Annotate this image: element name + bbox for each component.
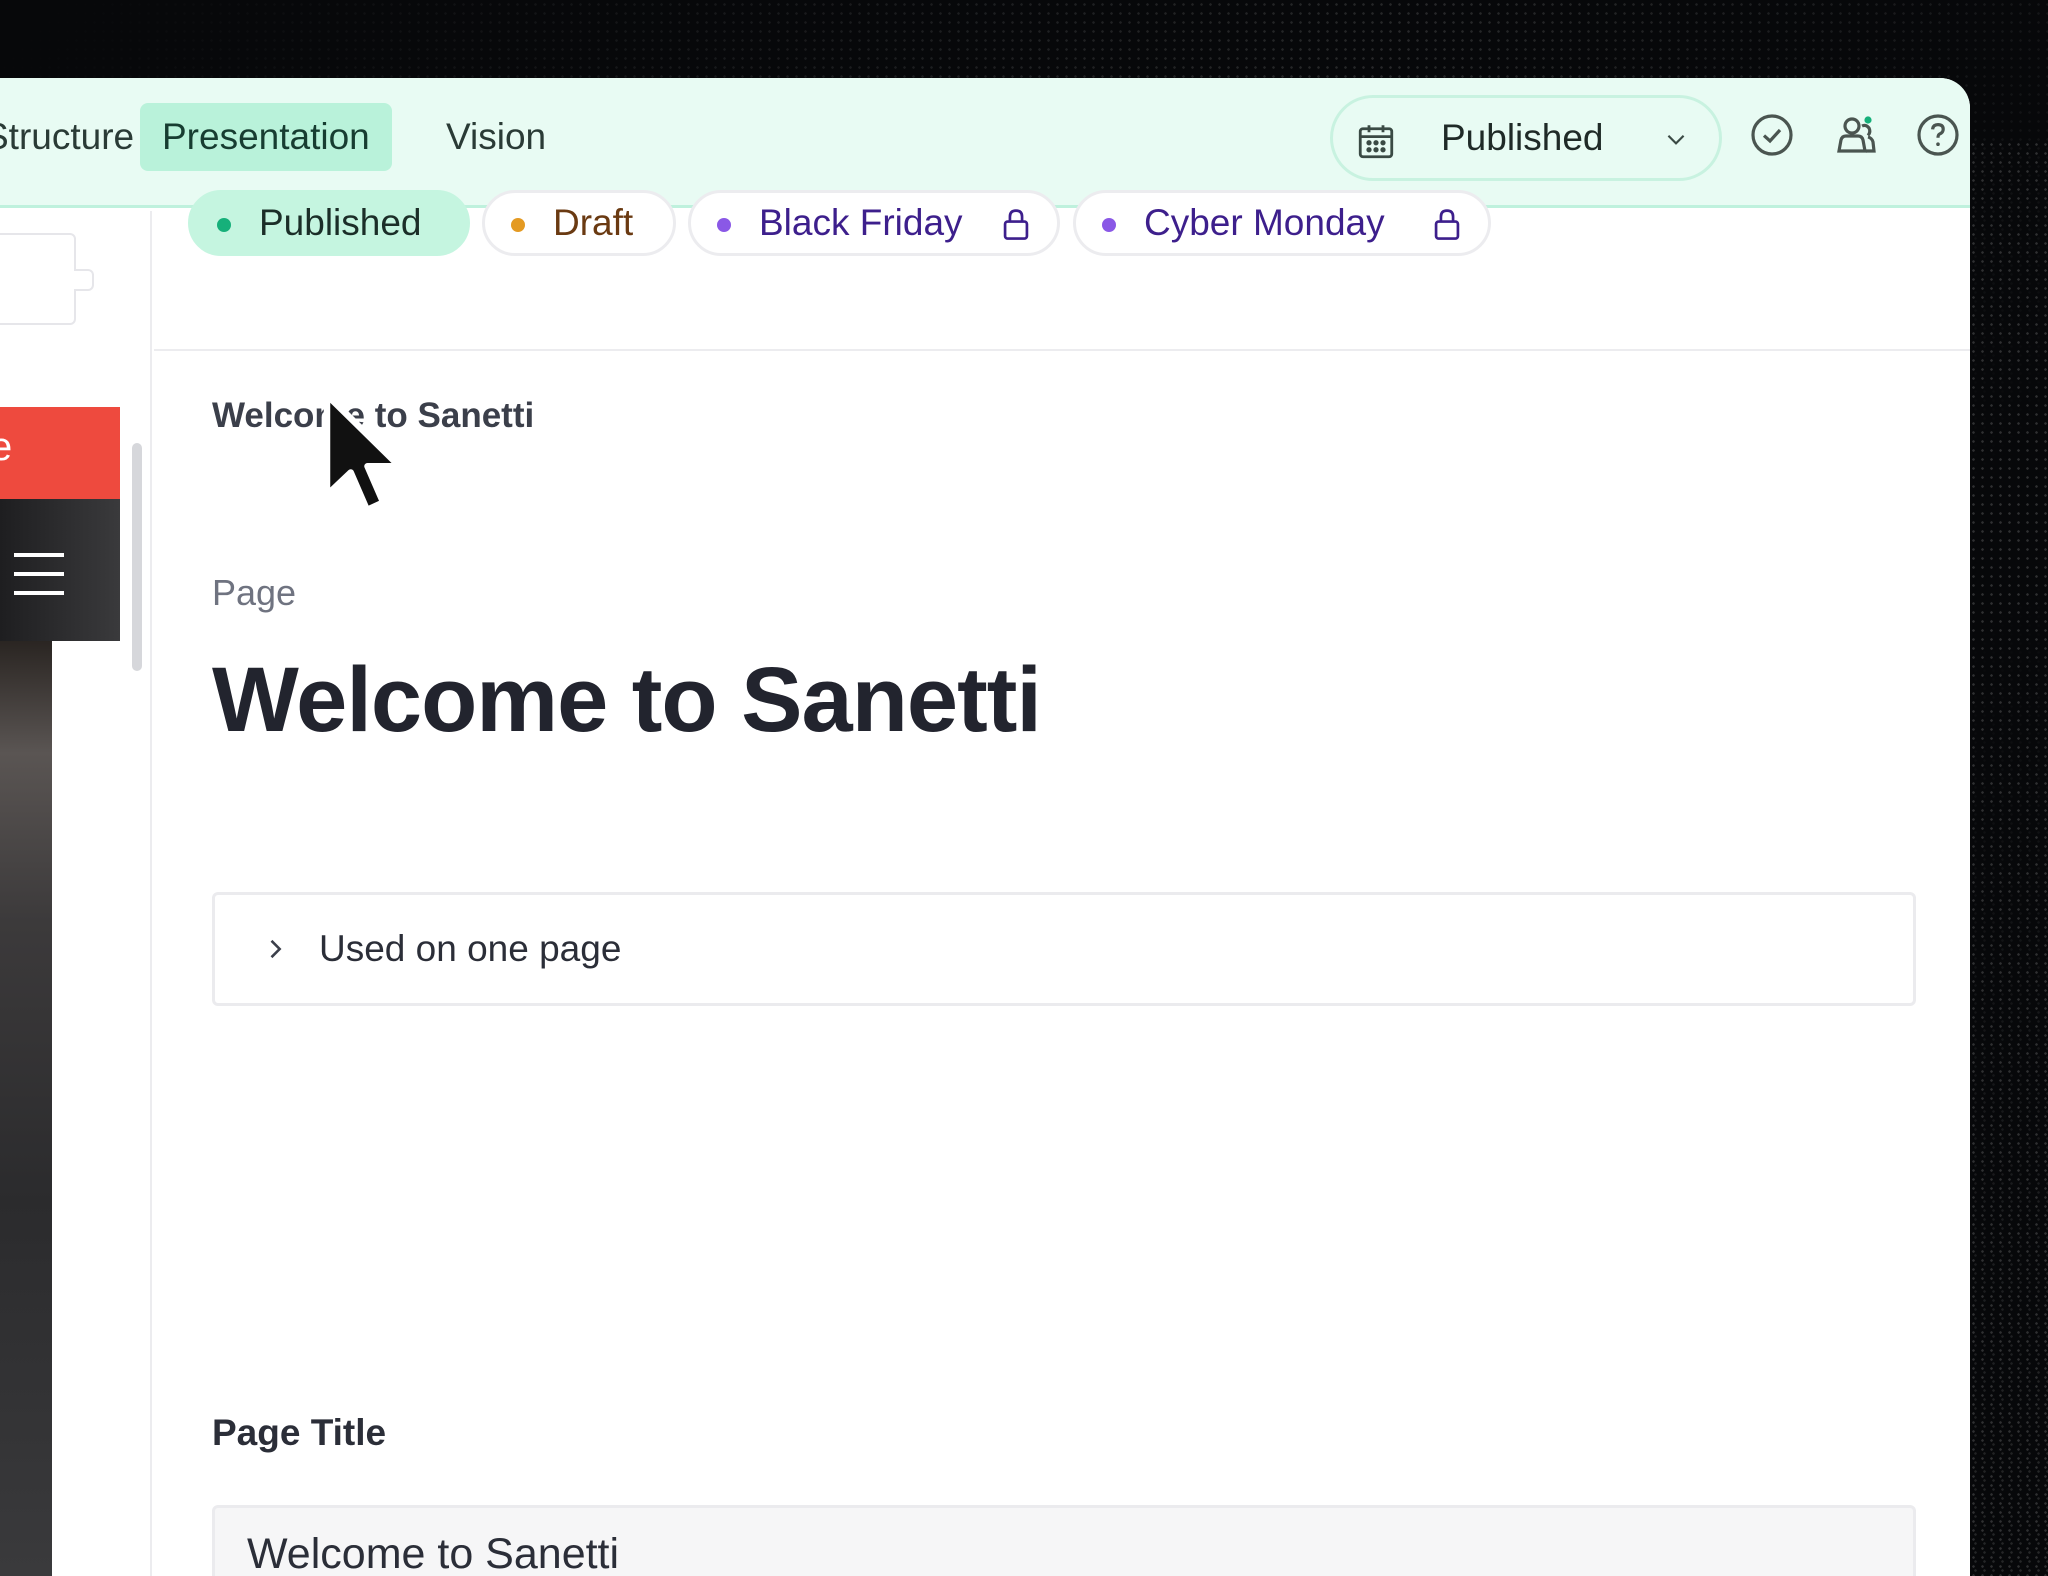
status-dot bbox=[511, 218, 525, 232]
variant-chip-cyber-monday[interactable]: Cyber Monday bbox=[1073, 190, 1491, 256]
document-type-label: Page bbox=[212, 572, 297, 613]
variant-label: Black Friday bbox=[759, 202, 963, 243]
users-icon[interactable] bbox=[1832, 111, 1880, 159]
calendar-icon bbox=[1358, 125, 1394, 159]
references-disclosure[interactable]: Used on one page bbox=[212, 892, 1916, 1006]
page-preview-panel: e bbox=[0, 211, 152, 1576]
status-dot bbox=[1102, 218, 1116, 232]
release-status-select[interactable]: Published bbox=[1330, 95, 1722, 181]
tab-vision[interactable]: Vision bbox=[424, 103, 568, 171]
references-label: Used on one page bbox=[319, 928, 622, 969]
tab-presentation[interactable]: Presentation bbox=[140, 103, 392, 171]
preview-banner: e bbox=[0, 407, 120, 499]
preview-nav-bar bbox=[0, 499, 120, 641]
preview-hero-image bbox=[0, 641, 52, 1576]
preview-frame-handle[interactable] bbox=[74, 269, 94, 291]
mouse-pointer-icon bbox=[323, 391, 403, 514]
preview-scrollbar[interactable] bbox=[132, 443, 142, 671]
page-title: Welcome to Sanetti bbox=[212, 649, 1042, 751]
top-navigation-bar: Structure Presentation Vision Published bbox=[0, 78, 1970, 208]
studio-window: Structure Presentation Vision Published bbox=[0, 78, 1970, 1576]
variant-label: Draft bbox=[553, 202, 634, 243]
help-icon[interactable] bbox=[1914, 111, 1962, 159]
variant-label: Published bbox=[259, 202, 422, 243]
page-title-input[interactable] bbox=[212, 1505, 1916, 1576]
background-pattern-right bbox=[1960, 140, 2048, 1576]
chevron-down-icon bbox=[1667, 134, 1685, 145]
release-status-label: Published bbox=[1441, 117, 1604, 158]
status-dot bbox=[717, 218, 731, 232]
variant-chip-black-friday[interactable]: Black Friday bbox=[688, 190, 1060, 256]
preview-banner-text: e bbox=[0, 425, 13, 469]
variant-chip-published[interactable]: Published bbox=[188, 190, 470, 256]
hamburger-menu-icon[interactable] bbox=[14, 551, 66, 597]
lock-icon bbox=[1003, 209, 1029, 240]
variant-label: Cyber Monday bbox=[1144, 202, 1385, 243]
preview-frame bbox=[0, 233, 76, 325]
page-title-field-label: Page Title bbox=[212, 1412, 387, 1453]
chevron-right-icon bbox=[270, 939, 282, 959]
tab-structure[interactable]: Structure bbox=[0, 103, 156, 171]
check-circle-icon[interactable] bbox=[1748, 111, 1796, 159]
lock-icon bbox=[1434, 209, 1460, 240]
variant-chip-draft[interactable]: Draft bbox=[482, 190, 676, 256]
status-dot bbox=[217, 218, 231, 232]
